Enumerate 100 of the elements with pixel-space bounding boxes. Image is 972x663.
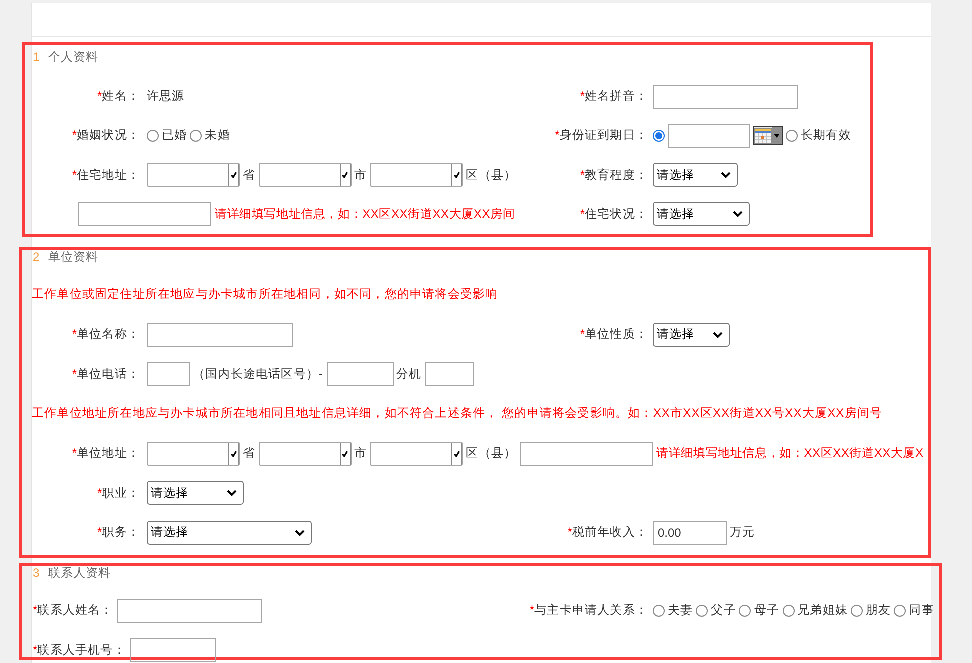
field-label: 单位性质： bbox=[585, 326, 648, 344]
field-label: 单位名称： bbox=[77, 326, 140, 344]
field-text: （国内长途电话区号）- bbox=[193, 366, 324, 383]
input-field[interactable] bbox=[147, 362, 190, 386]
section-title: 联系人资料 bbox=[48, 566, 112, 580]
field-value: 许思源 bbox=[147, 88, 185, 106]
field-label: 姓名拼音： bbox=[585, 88, 648, 106]
radio-icon[interactable] bbox=[786, 130, 798, 142]
radio-option[interactable]: 父子 bbox=[696, 602, 736, 620]
field-label: 职务： bbox=[102, 524, 140, 542]
field-text: 省 bbox=[243, 445, 256, 462]
radio-icon[interactable] bbox=[653, 604, 665, 617]
field-label: 婚姻状况： bbox=[77, 127, 140, 144]
dropdown[interactable]: 请选择 bbox=[147, 520, 312, 545]
hint-text: 请详细填写地址信息，如：XX区XX街道XX大厦X bbox=[656, 445, 924, 462]
field-label: 职业： bbox=[102, 484, 140, 502]
radio-icon[interactable] bbox=[190, 130, 202, 142]
dropdown[interactable] bbox=[258, 163, 352, 188]
section-title: 单位资料 bbox=[48, 250, 99, 264]
notice-text: 工作单位地址所在地应与办卡城市所在地相同且地址信息详细，如不符合上述条件， 您的申请将会受影响。如：XX市XX区XX街道XX号XX大厦XX房间号 bbox=[32, 405, 883, 422]
tick-icon bbox=[230, 450, 236, 457]
field-label: 联系人手机号： bbox=[38, 642, 126, 659]
section-number: 1 bbox=[33, 50, 40, 64]
dropdown[interactable]: 请选择 bbox=[653, 202, 750, 226]
radio-button[interactable] bbox=[653, 130, 665, 142]
radio-icon[interactable] bbox=[782, 604, 795, 617]
field-text: 区（县） bbox=[466, 445, 517, 462]
chevron-down-icon bbox=[733, 211, 743, 218]
required-mark: * bbox=[530, 603, 535, 618]
section-number: 2 bbox=[33, 250, 40, 264]
notice-text: 工作单位或固定住址所在地应与办卡城市所在地相同，如不同，您的申请将会受影响 bbox=[32, 286, 498, 304]
calendar-button[interactable] bbox=[753, 126, 783, 146]
required-mark: * bbox=[33, 642, 38, 657]
field-label: 教育程度： bbox=[585, 166, 648, 184]
required-mark: * bbox=[580, 89, 585, 104]
radio-option[interactable]: 兄弟姐妹 bbox=[782, 602, 848, 620]
required-mark: * bbox=[72, 446, 77, 460]
input-field[interactable] bbox=[424, 362, 474, 386]
chevron-down-icon bbox=[713, 332, 723, 338]
dropdown[interactable] bbox=[147, 163, 240, 188]
input-field[interactable]: 0.00 bbox=[653, 520, 727, 545]
dropdown[interactable] bbox=[147, 442, 240, 466]
required-mark: * bbox=[72, 168, 77, 182]
required-mark: * bbox=[580, 206, 585, 221]
required-mark: * bbox=[580, 168, 585, 182]
tick-icon bbox=[454, 450, 460, 457]
field-label: 单位电话： bbox=[77, 366, 140, 383]
field-text: 市 bbox=[354, 166, 368, 184]
field-text: 分机 bbox=[396, 366, 422, 383]
input-field[interactable] bbox=[653, 84, 798, 109]
tick-icon bbox=[342, 172, 348, 178]
radio-option[interactable]: 长期有效 bbox=[786, 127, 852, 144]
radio-icon[interactable] bbox=[696, 604, 708, 617]
field-label: 与主卡申请人关系： bbox=[534, 602, 648, 620]
field-label: 联系人姓名： bbox=[38, 602, 114, 620]
required-mark: * bbox=[33, 603, 38, 618]
dropdown[interactable] bbox=[370, 163, 464, 188]
radio-icon[interactable] bbox=[851, 604, 864, 617]
radio-option[interactable]: 朋友 bbox=[851, 602, 892, 620]
tick-icon bbox=[230, 172, 236, 178]
radio-option[interactable]: 夫妻 bbox=[653, 602, 694, 620]
chevron-down-icon bbox=[295, 530, 305, 536]
required-mark: * bbox=[72, 366, 77, 381]
required-mark: * bbox=[98, 525, 102, 540]
dropdown[interactable]: 请选择 bbox=[653, 163, 738, 188]
field-text: 省 bbox=[243, 166, 256, 184]
input-field[interactable] bbox=[520, 442, 653, 466]
input-field[interactable] bbox=[78, 202, 211, 226]
required-mark: * bbox=[555, 128, 560, 142]
dropdown[interactable]: 请选择 bbox=[653, 322, 730, 347]
tick-icon bbox=[342, 450, 348, 457]
radio-option[interactable]: 未婚 bbox=[190, 127, 230, 144]
field-label: 身份证到期日： bbox=[560, 127, 648, 144]
radio-icon[interactable] bbox=[147, 130, 159, 142]
dropdown[interactable] bbox=[370, 442, 464, 466]
required-mark: * bbox=[98, 486, 102, 500]
calendar-icon bbox=[754, 127, 772, 144]
field-text: 市 bbox=[354, 445, 368, 462]
required-mark: * bbox=[568, 525, 572, 540]
field-label: 住宅地址： bbox=[77, 166, 140, 184]
field-label: 税前年收入： bbox=[572, 524, 648, 542]
radio-option[interactable]: 同事 bbox=[894, 602, 934, 620]
section-number: 3 bbox=[33, 566, 40, 580]
chevron-down-icon bbox=[721, 172, 731, 178]
input-field[interactable] bbox=[668, 124, 750, 148]
chevron-down-icon bbox=[227, 490, 237, 496]
field-label: 单位地址： bbox=[77, 445, 140, 462]
input-field[interactable] bbox=[130, 638, 216, 662]
required-mark: * bbox=[580, 327, 585, 342]
input-field[interactable] bbox=[117, 598, 262, 623]
dropdown[interactable]: 请选择 bbox=[147, 481, 244, 506]
radio-icon[interactable] bbox=[739, 604, 752, 617]
input-field[interactable] bbox=[326, 362, 394, 386]
field-text: 万元 bbox=[730, 524, 756, 542]
radio-icon[interactable] bbox=[894, 604, 906, 617]
radio-option[interactable]: 母子 bbox=[739, 602, 780, 620]
radio-option[interactable]: 已婚 bbox=[147, 127, 188, 144]
dropdown[interactable] bbox=[258, 442, 352, 466]
field-label: 姓名： bbox=[102, 88, 140, 106]
input-field[interactable] bbox=[147, 322, 293, 347]
